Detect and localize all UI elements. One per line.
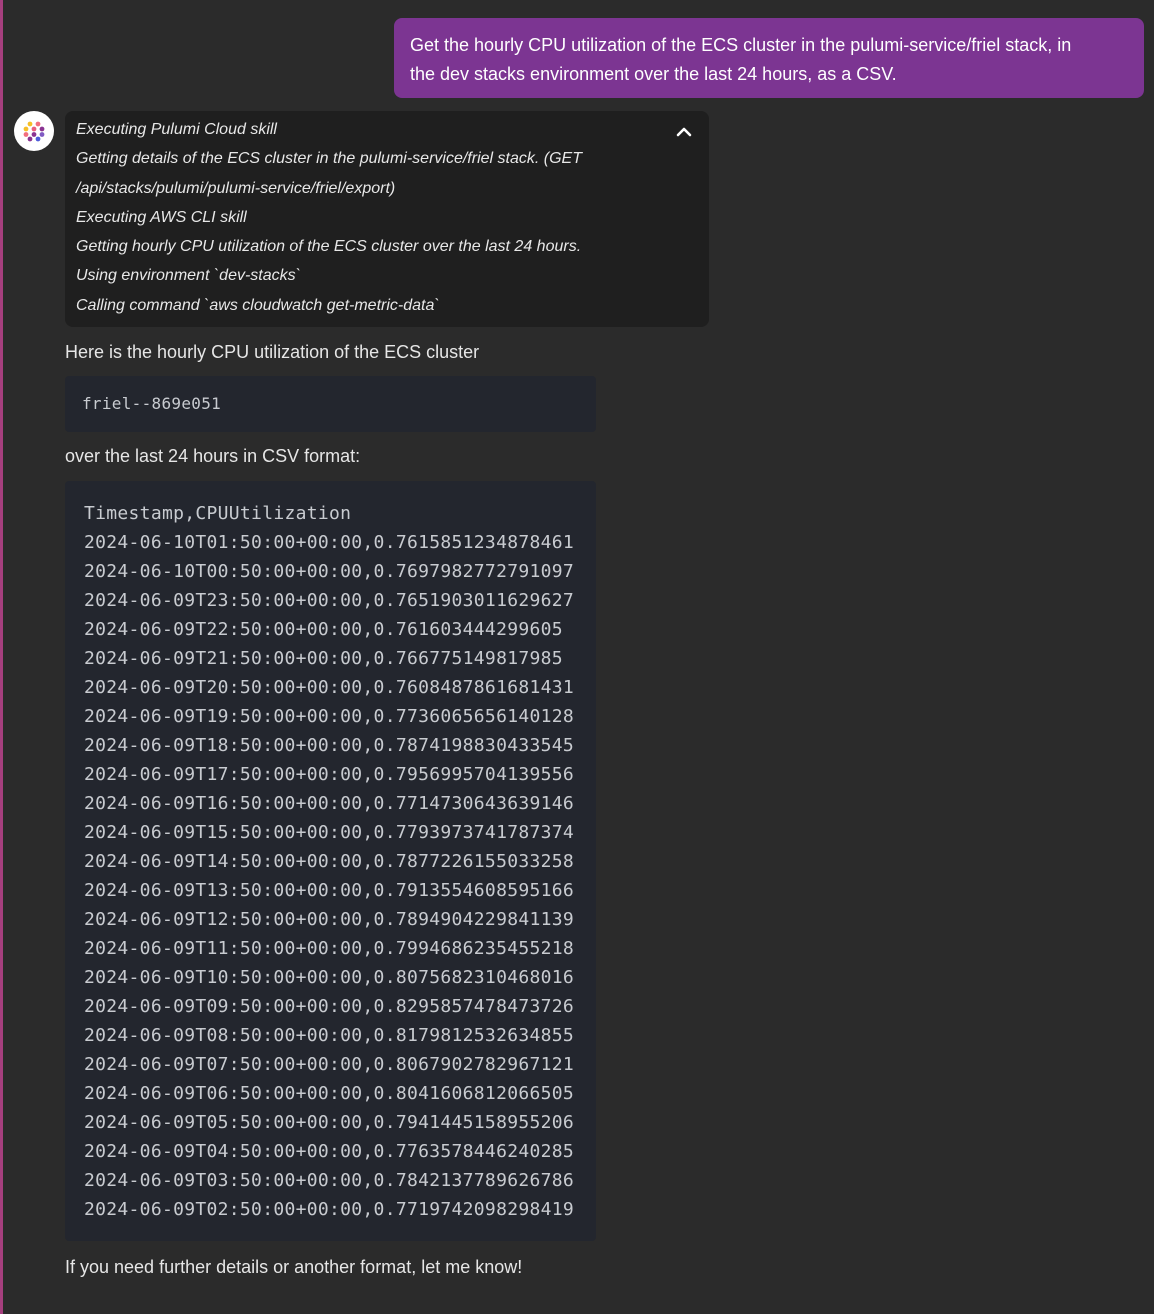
csv-data-line: 2024-06-09T09:50:00+00:00,0.829585747847… (84, 996, 575, 1017)
csv-data-line: 2024-06-09T13:50:00+00:00,0.791355460859… (84, 880, 575, 901)
csv-data-line: 2024-06-09T04:50:00+00:00,0.776357844624… (84, 1141, 575, 1162)
pulumi-logo-icon (23, 121, 45, 142)
csv-data-line: 2024-06-09T15:50:00+00:00,0.779397374178… (84, 822, 575, 843)
csv-data-line: 2024-06-10T00:50:00+00:00,0.769798277279… (84, 561, 575, 582)
skill-execution-panel: Executing Pulumi Cloud skill Getting det… (65, 111, 709, 327)
csv-data-line: 2024-06-09T19:50:00+00:00,0.773606565614… (84, 706, 575, 727)
csv-data-line: 2024-06-09T11:50:00+00:00,0.799468623545… (84, 938, 575, 959)
skill-step: Calling command `aws cloudwatch get-metr… (76, 296, 440, 314)
csv-data-line: 2024-06-10T01:50:00+00:00,0.761585123487… (84, 532, 575, 553)
csv-code-block: Timestamp,CPUUtilization 2024-06-10T01:50… (65, 481, 596, 1241)
intro-text: Here is the hourly CPU utilization of th… (65, 342, 480, 362)
skill-step: Executing AWS CLI skill (76, 208, 247, 226)
skill-step: Getting details of the ECS cluster in th… (76, 150, 582, 168)
csv-data-line: 2024-06-09T07:50:00+00:00,0.806790278296… (84, 1054, 575, 1075)
user-message-bubble: Get the hourly CPU utilization of the EC… (394, 18, 1144, 98)
csv-data-line: 2024-06-09T14:50:00+00:00,0.787722615503… (84, 851, 575, 872)
csv-data-line: 2024-06-09T02:50:00+00:00,0.771974209829… (84, 1199, 575, 1220)
closing-text: If you need further details or another f… (65, 1257, 523, 1277)
user-message-line: Get the hourly CPU utilization of the EC… (410, 35, 1072, 55)
csv-data-line: 2024-06-09T21:50:00+00:00,0.766775149817… (84, 648, 563, 669)
csv-data-line: 2024-06-09T22:50:00+00:00,0.761603444299… (84, 619, 563, 640)
skill-step: Using environment `dev-stacks` (76, 267, 301, 285)
chevron-up-icon (676, 127, 692, 137)
csv-data-line: 2024-06-09T08:50:00+00:00,0.817981253263… (84, 1025, 575, 1046)
user-message-line: the dev stacks environment over the last… (410, 64, 897, 84)
skill-step: Getting hourly CPU utilization of the EC… (76, 238, 582, 256)
csv-data-line: 2024-06-09T05:50:00+00:00,0.794144515895… (84, 1112, 575, 1133)
csv-data-line: 2024-06-09T18:50:00+00:00,0.787419883043… (84, 735, 575, 756)
skill-step: /api/stacks/pulumi/pulumi-service/friel/… (76, 179, 396, 197)
csv-data-line: 2024-06-09T23:50:00+00:00,0.765190301162… (84, 590, 575, 611)
csv-data-line: 2024-06-09T06:50:00+00:00,0.804160681206… (84, 1083, 575, 1104)
csv-data-line: 2024-06-09T10:50:00+00:00,0.807568231046… (84, 967, 575, 988)
left-accent-rail (0, 0, 3, 1314)
csv-data-line: 2024-06-09T03:50:00+00:00,0.784213778962… (84, 1170, 575, 1191)
csv-data-line: 2024-06-09T20:50:00+00:00,0.760848786168… (84, 677, 575, 698)
cluster-name-code-block: friel--869e051 (65, 376, 596, 432)
assistant-avatar (14, 111, 54, 151)
collapse-button[interactable] (675, 124, 693, 138)
skill-step: Executing Pulumi Cloud skill (76, 121, 277, 138)
csv-data-line: 2024-06-09T16:50:00+00:00,0.771473064363… (84, 793, 575, 814)
cluster-name: friel--869e051 (82, 394, 222, 413)
format-text: over the last 24 hours in CSV format: (65, 446, 361, 466)
csv-header-line: Timestamp,CPUUtilization (84, 503, 352, 524)
csv-data-line: 2024-06-09T12:50:00+00:00,0.789490422984… (84, 909, 575, 930)
csv-data-line: 2024-06-09T17:50:00+00:00,0.795699570413… (84, 764, 575, 785)
